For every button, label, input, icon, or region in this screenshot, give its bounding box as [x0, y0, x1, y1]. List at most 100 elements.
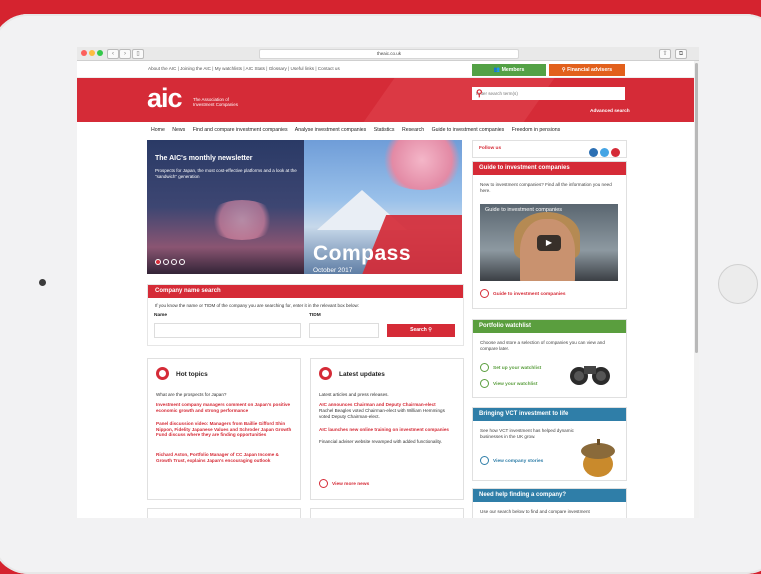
close-window-icon[interactable]	[81, 50, 87, 56]
tablet-camera	[39, 279, 46, 286]
vct-box: Bringing VCT investment to life See how …	[472, 407, 627, 481]
blossom-decoration	[207, 200, 277, 240]
help-box: Need help finding a company? Use our sea…	[472, 488, 627, 518]
view-watchlist-label: View your watchlist	[493, 381, 538, 387]
nav-find-compare[interactable]: Find and compare investment companies	[193, 127, 288, 133]
address-bar[interactable]: theaic.co.uk	[259, 49, 519, 59]
video-title: Guide to investment companies	[485, 207, 563, 213]
watchlist-title: Portfolio watchlist	[473, 320, 626, 333]
hero-carousel[interactable]: The AIC's monthly newsletter Prospects f…	[147, 140, 462, 274]
acorn-image	[576, 438, 618, 478]
utility-links[interactable]: About the AIC | Joining the AIC | My wat…	[148, 66, 340, 71]
hero-title: The AIC's monthly newsletter	[155, 155, 253, 162]
search-button-label: Search	[410, 327, 427, 333]
hot-topic-link[interactable]: Richard Aston, Portfolio Manager of CC J…	[156, 452, 294, 463]
nav-research[interactable]: Research	[402, 127, 424, 133]
members-button[interactable]: 👥 Members	[472, 64, 546, 76]
carousel-dot[interactable]	[155, 259, 161, 265]
latest-updates-icon	[319, 367, 332, 380]
carousel-dot[interactable]	[171, 259, 177, 265]
nav-home[interactable]: Home	[151, 127, 165, 133]
tabs-icon[interactable]: ⧉	[675, 49, 687, 59]
tidm-input[interactable]	[309, 323, 379, 338]
carousel-dots	[155, 252, 187, 270]
latest-updates-card: Latest updates Latest articles and press…	[310, 358, 464, 500]
linkedin-icon[interactable]	[589, 148, 598, 158]
forward-icon[interactable]: ›	[119, 49, 131, 59]
latest-updates-title: Latest updates	[339, 371, 385, 378]
carousel-dot[interactable]	[179, 259, 185, 265]
nav-statistics[interactable]: Statistics	[374, 127, 395, 133]
hot-topics-icon	[156, 367, 169, 380]
view-company-stories-link[interactable]: View company stories	[480, 456, 543, 465]
watchlist-text: Choose and store a selection of companie…	[480, 340, 605, 351]
tidm-label: TIDM	[309, 313, 321, 318]
news-link[interactable]: AIC launches new online training on inve…	[319, 427, 457, 433]
minimize-window-icon[interactable]	[89, 50, 95, 56]
lower-card-right	[310, 508, 464, 518]
latest-updates-intro: Latest articles and press releases.	[319, 392, 389, 397]
nav-pensions[interactable]: Freedom in pensions	[512, 127, 560, 133]
arrow-circle-icon	[480, 456, 489, 465]
financial-advisers-button[interactable]: ⚲ Financial advisers	[549, 64, 625, 76]
guide-title: Guide to investment companies	[473, 162, 626, 175]
guide-link-label: Guide to investment companies	[493, 291, 566, 297]
company-search-help: If you know the name or TIDM of the comp…	[155, 303, 360, 308]
logo-line2: Investment Companies	[193, 102, 238, 107]
play-icon[interactable]: ▶	[537, 235, 561, 251]
setup-watchlist-link[interactable]: Set up your watchlist	[480, 363, 541, 372]
hot-topics-title: Hot topics	[176, 371, 208, 378]
share-icon[interactable]: ⇧	[659, 49, 671, 59]
arrow-circle-icon	[480, 363, 489, 372]
help-title: Need help finding a company?	[473, 489, 626, 502]
back-icon[interactable]: ‹	[107, 49, 119, 59]
view-more-news-label: View more news	[332, 481, 370, 487]
advanced-search-link[interactable]: Advanced search	[590, 109, 630, 114]
aic-logo[interactable]: aic	[147, 83, 183, 114]
watchlist-box: Portfolio watchlist Choose and store a s…	[472, 319, 627, 398]
nav-news[interactable]: News	[172, 127, 185, 133]
hero-date: October 2017	[313, 267, 353, 274]
nav-guide[interactable]: Guide to investment companies	[432, 127, 505, 133]
news-summary: Rachel Beagles voted Chairman-elect with…	[319, 408, 445, 419]
company-search-button[interactable]: Search ⚲	[387, 324, 455, 337]
members-icon: 👥	[493, 67, 502, 73]
hero-subtitle: Prospects for Japan, the most cost-effec…	[155, 168, 297, 179]
search-input[interactable]: Enter search term(s) ⚲	[472, 87, 625, 100]
tablet-home-button[interactable]	[718, 264, 758, 304]
lower-card-left	[147, 508, 301, 518]
search-icon[interactable]: ⚲	[476, 88, 622, 99]
setup-watchlist-label: Set up your watchlist	[493, 365, 542, 371]
browser-toolbar: ‹ › ▯ theaic.co.uk ⇧ ⧉	[77, 47, 699, 61]
scrollbar[interactable]	[694, 61, 699, 518]
view-more-news-link[interactable]: View more news	[319, 479, 369, 488]
help-text: Use our search below to find and compare…	[480, 509, 590, 514]
vct-text: See how VCT investment has helped dynami…	[480, 428, 574, 439]
guide-text: New to investment companies? Find all th…	[480, 182, 612, 193]
scrollbar-thumb[interactable]	[695, 63, 698, 353]
hot-topic-link[interactable]: Investment company managers comment on J…	[156, 402, 294, 413]
twitter-icon[interactable]	[600, 148, 609, 158]
nav-analyse[interactable]: Analyse investment companies	[295, 127, 367, 133]
logo-subtitle: The Association of Investment Companies	[193, 97, 238, 107]
hot-topic-link[interactable]: Panel discussion video: Managers from Ba…	[156, 421, 294, 438]
guide-video[interactable]: Guide to investment companies ▶	[480, 204, 618, 281]
vct-title: Bringing VCT investment to life	[473, 408, 626, 421]
binoculars-image	[566, 360, 616, 386]
main-navigation: Home News Find and compare investment co…	[77, 122, 699, 138]
site-header: aic The Association of Investment Compani…	[77, 78, 699, 122]
youtube-icon[interactable]	[611, 148, 620, 158]
zoom-window-icon[interactable]	[97, 50, 103, 56]
arrow-circle-icon	[480, 289, 489, 298]
guide-link[interactable]: Guide to investment companies	[480, 289, 566, 298]
financial-advisers-label: Financial advisers	[567, 67, 613, 73]
hot-topics-intro: What are the prospects for Japan?	[156, 392, 227, 397]
view-company-stories-label: View company stories	[493, 458, 544, 464]
arrow-circle-icon	[319, 479, 328, 488]
guide-box: Guide to investment companies New to inv…	[472, 161, 627, 309]
view-watchlist-link[interactable]: View your watchlist	[480, 379, 537, 388]
sidebar-icon[interactable]: ▯	[132, 49, 144, 59]
name-input[interactable]	[154, 323, 301, 338]
carousel-dot[interactable]	[163, 259, 169, 265]
news-link[interactable]: AIC announces Chairman and Deputy Chairm…	[319, 402, 457, 408]
